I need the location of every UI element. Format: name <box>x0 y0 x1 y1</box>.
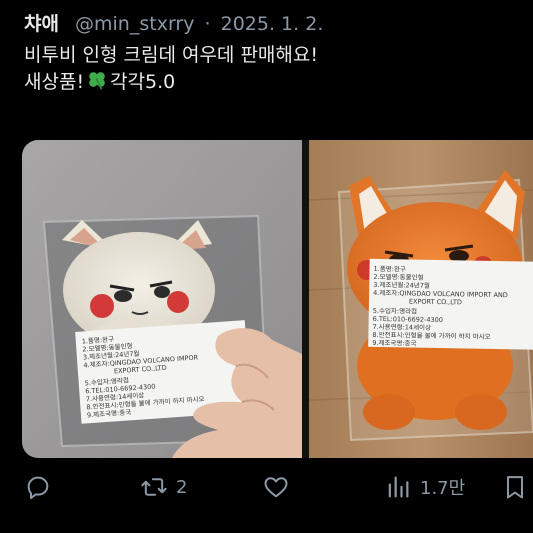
tweet-text-line-2: 새상품! 각각5.0 <box>24 69 318 96</box>
retweet-count: 2 <box>176 476 188 498</box>
reply-icon <box>27 476 49 500</box>
right-label-line: EXPORT CO.,LTD <box>409 297 462 306</box>
views-count: 1.7만 <box>420 478 466 499</box>
tweet-text-line-2-end: 각각5.0 <box>110 71 176 93</box>
author-handle[interactable]: @min_stxrry <box>75 13 194 35</box>
retweet-button[interactable]: 2 <box>140 470 187 504</box>
tweet-text-line-1: 비투비 인형 크림데 여우데 판매해요! <box>24 44 318 66</box>
separator-dot: · <box>204 13 211 35</box>
tweet-text: 비투비 인형 크림데 여우데 판매해요! 새상품! 각각5.0 <box>24 42 318 96</box>
bookmark-icon <box>507 476 523 499</box>
heart-icon <box>264 477 288 498</box>
tweet-text-line-2-start: 새상품! <box>24 71 85 93</box>
tweet-actions: 2 1.7만 <box>0 470 533 504</box>
photo-cream-fox[interactable]: 1.품명:완구 2.모델명:동물인형 3.제조년월:24년7월 4.제조자:QI… <box>22 140 302 458</box>
bookmark-button[interactable] <box>502 470 528 504</box>
tweet-media[interactable]: 1.품명:완구 2.모델명:동물인형 3.제조년월:24년7월 4.제조자:QI… <box>22 140 533 458</box>
retweet-icon <box>141 478 167 496</box>
photo-orange-fox[interactable]: 1.품명:완구 2.모델명:동물인형 3.제조년월:24년7월 4.제조자:QI… <box>309 140 533 458</box>
four-leaf-clover-icon <box>89 72 105 90</box>
right-label-line: 9.제조국명:중국 <box>372 338 416 348</box>
tweet[interactable]: 챠애 @min_stxrry · 2025. 1. 2. 비투비 인형 크림데 … <box>0 0 533 533</box>
reply-button[interactable] <box>24 470 52 504</box>
views-button[interactable]: 1.7만 <box>384 470 465 504</box>
tweet-header: 챠애 @min_stxrry · 2025. 1. 2. <box>24 13 323 35</box>
tweet-date[interactable]: 2025. 1. 2. <box>221 13 324 35</box>
like-button[interactable] <box>262 470 290 504</box>
views-icon <box>388 476 409 498</box>
author-name[interactable]: 챠애 <box>24 13 59 35</box>
